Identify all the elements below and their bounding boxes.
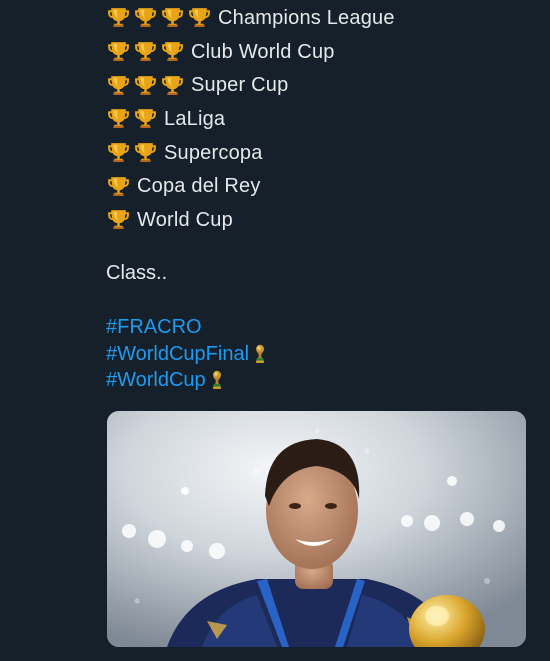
trophy-icon: [106, 5, 131, 30]
trophy-list: Champions League Club World Cup Super Cup L…: [106, 1, 526, 237]
trophy-line: Supercopa: [106, 136, 526, 170]
trophy-icon: [133, 73, 158, 98]
hashtag-line: #FRACRO: [106, 314, 267, 341]
trophy-line: Club World Cup: [106, 35, 526, 69]
trophy-icon: [160, 73, 185, 98]
trophy-line: LaLiga: [106, 102, 526, 136]
trophy-icon: [160, 39, 185, 64]
trophy-icon: [133, 106, 158, 131]
trophy-icon: [106, 39, 131, 64]
competition-label: LaLiga: [164, 107, 226, 130]
hashtag-worldcup[interactable]: #WorldCup: [106, 367, 206, 394]
competition-label: Supercopa: [164, 141, 263, 164]
tweet-text: Champions League Club World Cup Super Cup L…: [106, 0, 526, 237]
trophy-icon: [133, 5, 158, 30]
trophy-icon: [160, 5, 185, 30]
world-cup-trophy-icon: [210, 370, 224, 390]
trophy-icon: [106, 174, 131, 199]
competition-label: World Cup: [137, 208, 233, 231]
world-cup-trophy-icon: [253, 344, 267, 364]
trophy-line: Copa del Rey: [106, 169, 526, 203]
trophy-line: Super Cup: [106, 68, 526, 102]
trophy-group: [106, 39, 185, 64]
closing-text: Class..: [106, 262, 168, 284]
trophy-icon: [106, 207, 131, 232]
tweet-photo[interactable]: [107, 411, 526, 647]
trophy-group: [106, 140, 158, 165]
trophy-line: Champions League: [106, 1, 526, 35]
competition-label: Club World Cup: [191, 40, 335, 63]
trophy-group: [106, 207, 131, 232]
hashtag-worldcupfinal[interactable]: #WorldCupFinal: [106, 341, 249, 368]
competition-label: Copa del Rey: [137, 175, 261, 198]
hashtag-list: #FRACRO #WorldCupFinal #WorldCup: [106, 314, 267, 394]
trophy-group: [106, 174, 131, 199]
trophy-icon: [106, 73, 131, 98]
trophy-group: [106, 73, 185, 98]
trophy-group: [106, 5, 212, 30]
trophy-group: [106, 106, 158, 131]
trophy-icon: [133, 140, 158, 165]
hashtag-line: #WorldCupFinal: [106, 341, 267, 368]
competition-label: Super Cup: [191, 74, 289, 97]
hashtag-fracro[interactable]: #FRACRO: [106, 314, 202, 341]
trophy-icon: [106, 106, 131, 131]
trophy-icon: [106, 140, 131, 165]
trophy-icon: [187, 5, 212, 30]
trophy-line: World Cup: [106, 203, 526, 237]
competition-label: Champions League: [218, 6, 395, 29]
hashtag-line: #WorldCup: [106, 367, 267, 394]
trophy-icon: [133, 39, 158, 64]
